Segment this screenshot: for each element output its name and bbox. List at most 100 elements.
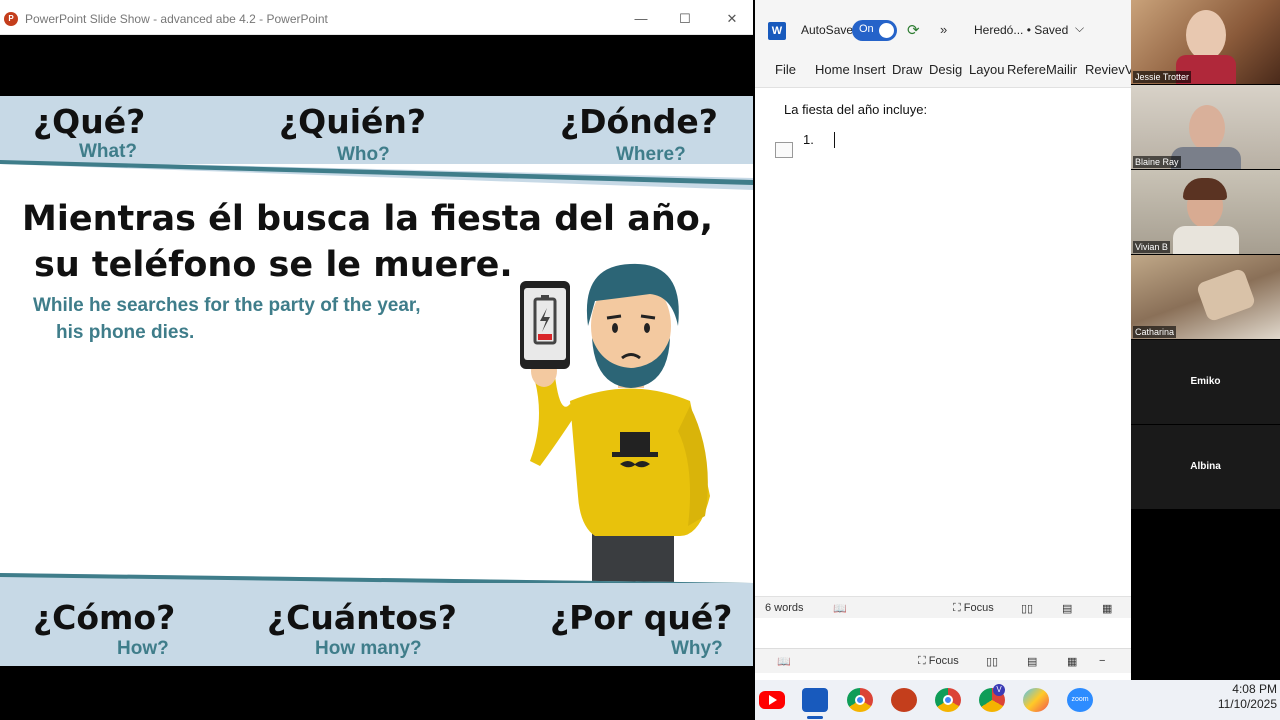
participant-tile[interactable]: Jessie Trotter (1131, 0, 1280, 84)
tab-mailings[interactable]: Mailir (1046, 62, 1077, 77)
read-mode-icon[interactable]: ▯▯ (1021, 602, 1033, 615)
slide-translation: While he searches for the party of the y… (33, 292, 513, 346)
question-cuantos: ¿Cuántos? (267, 598, 457, 637)
tab-home[interactable]: Home (815, 62, 850, 77)
participant-name: Albina (1190, 461, 1221, 472)
focus-icon: ⛶ (953, 602, 964, 614)
clock-time[interactable]: 4:08 PM (1207, 682, 1277, 696)
close-button[interactable]: ✕ (717, 8, 747, 30)
paste-options-icon[interactable] (775, 142, 793, 158)
powerpoint-logo-icon: P (4, 12, 18, 26)
participant-name: Catharina (1133, 326, 1177, 338)
question-what: What? (79, 141, 138, 162)
participant-name: Blaine Ray (1133, 156, 1181, 168)
question-who: Who? (337, 144, 390, 165)
zoom-icon[interactable]: zoom (1067, 688, 1093, 712)
participant-tile[interactable]: Albina (1131, 425, 1280, 509)
focus-button-2[interactable]: ⛶ Focus (918, 655, 959, 668)
clock-date[interactable]: 11/10/2025 (1197, 697, 1277, 711)
question-donde: ¿Dónde? (560, 102, 718, 141)
document-title: Heredó... (974, 23, 1024, 37)
windows-taskbar: V zoom 4:08 PM 11/10/2025 (755, 680, 1280, 720)
question-how: How? (117, 638, 169, 659)
tab-file[interactable]: File (775, 62, 796, 77)
document-heading: La fiesta del año incluye: (784, 102, 928, 117)
document-canvas[interactable]: La fiesta del año incluye: 1. (755, 88, 1132, 596)
chrome-center (855, 695, 865, 705)
chevron-down-icon[interactable]: ⌵ (1075, 21, 1084, 36)
headline-line-1: Mientras él busca la fiesta del año, (22, 199, 714, 239)
tab-layout[interactable]: Layou (969, 62, 1004, 77)
paint-icon[interactable] (1023, 688, 1049, 712)
word-status-bar: 6 words 📖 ⛶ Focus ▯▯ ▤ ▦ − (755, 596, 1139, 618)
autosave-label: AutoSave (801, 23, 854, 37)
question-why: Why? (671, 638, 723, 659)
toggle-knob (879, 23, 894, 38)
translation-line-1: While he searches for the party of the y… (33, 295, 421, 316)
participant-shirt (1173, 226, 1239, 254)
more-commands-icon[interactable]: » (940, 22, 947, 37)
word-icon[interactable] (802, 688, 828, 712)
focus-icon: ⛶ (918, 655, 929, 667)
word-ribbon: W AutoSave On ⟳ » Heredó... • Saved ⌵ Fi… (755, 0, 1134, 88)
sync-icon[interactable]: ⟳ (907, 21, 920, 39)
participant-tile[interactable]: Emiko (1131, 340, 1280, 424)
question-quien: ¿Quién? (279, 102, 427, 141)
autosave-toggle[interactable]: On (852, 20, 897, 41)
word-window: W AutoSave On ⟳ » Heredó... • Saved ⌵ Fi… (755, 0, 1139, 720)
question-por-que: ¿Por qué? (550, 598, 733, 637)
participant-tile[interactable]: Vivian B (1131, 170, 1280, 254)
autosave-state: On (859, 23, 874, 35)
powerpoint-icon[interactable] (891, 688, 917, 712)
document-name[interactable]: Heredó... • Saved (974, 23, 1068, 37)
print-layout-icon[interactable]: ▤ (1062, 602, 1072, 615)
minimize-button[interactable]: — (626, 8, 656, 30)
tab-draw[interactable]: Draw (892, 62, 922, 77)
text-cursor (834, 132, 835, 148)
participant-hand (1195, 267, 1257, 323)
participant-name: Vivian B (1133, 241, 1170, 253)
powerpoint-window: P PowerPoint Slide Show - advanced abe 4… (0, 0, 753, 720)
profile-badge: V (993, 684, 1005, 696)
chrome-profile-icon[interactable] (935, 688, 961, 712)
participant-tile[interactable]: Blaine Ray (1131, 85, 1280, 169)
chrome-icon[interactable] (847, 688, 873, 712)
focus-label-2: Focus (928, 655, 959, 667)
word-count[interactable]: 6 words (765, 602, 804, 614)
tab-design[interactable]: Desig (929, 62, 962, 77)
question-como: ¿Cómo? (33, 598, 176, 637)
slide[interactable]: ¿Qué? What? ¿Quién? Who? ¿Dónde? Where? … (0, 96, 753, 666)
accessibility-icon[interactable]: 📖 (833, 602, 847, 615)
zoom-participant-gallery: Jessie Trotter Blaine Ray Vivian B Catha… (1131, 0, 1280, 720)
question-que: ¿Qué? (33, 102, 146, 141)
zoom-minus-button-2[interactable]: − (1099, 655, 1105, 667)
print-layout-icon-2[interactable]: ▤ (1027, 655, 1037, 668)
read-mode-icon-2[interactable]: ▯▯ (986, 655, 998, 668)
chrome-v-icon[interactable]: V (979, 684, 1005, 712)
participant-face (1186, 10, 1226, 60)
ppt-title-bar[interactable]: P PowerPoint Slide Show - advanced abe 4… (0, 0, 753, 35)
youtube-icon[interactable] (759, 691, 785, 709)
tab-review[interactable]: Reviev (1085, 62, 1125, 77)
sad-man-with-dead-phone-illustration (520, 263, 710, 596)
list-number: 1. (803, 132, 814, 147)
tab-insert[interactable]: Insert (853, 62, 886, 77)
tab-references[interactable]: Refere (1007, 62, 1046, 77)
accessibility-icon-2[interactable]: 📖 (777, 655, 791, 668)
participant-tile[interactable]: Catharina (1131, 255, 1280, 339)
question-how-many: How many? (315, 638, 422, 659)
participant-name: Emiko (1190, 376, 1221, 387)
chrome-center (943, 695, 953, 705)
active-indicator (807, 716, 823, 719)
web-layout-icon[interactable]: ▦ (1102, 602, 1112, 615)
word-logo-icon: W (768, 22, 786, 40)
focus-button[interactable]: ⛶ Focus (953, 602, 994, 615)
maximize-button[interactable]: ☐ (670, 8, 700, 30)
participant-face (1189, 105, 1225, 151)
focus-label: Focus (963, 602, 994, 614)
question-where: Where? (616, 144, 686, 165)
participant-name: Jessie Trotter (1133, 71, 1192, 83)
participant-shirt (1171, 147, 1241, 169)
web-layout-icon-2[interactable]: ▦ (1067, 655, 1077, 668)
save-status: • Saved (1026, 23, 1069, 37)
